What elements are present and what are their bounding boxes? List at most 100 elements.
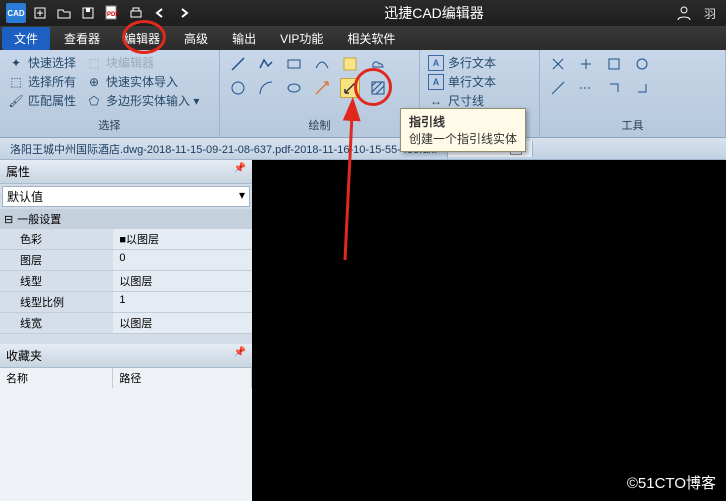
match-prop-button[interactable]: 🖌匹配属性 xyxy=(8,92,76,109)
favorites-table: 名称 路径 xyxy=(0,368,252,388)
multiline-text-button[interactable]: A多行文本 xyxy=(428,54,531,71)
ellipse-icon[interactable] xyxy=(284,78,304,98)
leader-line-button[interactable] xyxy=(340,78,360,98)
prop-row-color[interactable]: 色彩■以图层 xyxy=(0,229,252,250)
menu-editor[interactable]: 编辑器 xyxy=(112,27,172,50)
menu-output[interactable]: 输出 xyxy=(220,27,268,50)
singleline-text-button[interactable]: A单行文本 xyxy=(428,73,531,90)
menu-related[interactable]: 相关软件 xyxy=(335,27,407,50)
app-icon[interactable]: CAD xyxy=(6,3,26,23)
tooltip: 指引线 创建一个指引线实体 xyxy=(400,108,526,152)
block-editor-button: ⬚块编辑器 xyxy=(86,54,154,71)
prop-k: 线宽 xyxy=(0,313,113,333)
menu-vip[interactable]: VIP功能 xyxy=(268,27,335,50)
prop-k: 线型 xyxy=(0,271,113,291)
prop-row-ltscale[interactable]: 线型比例1 xyxy=(0,292,252,313)
app-title: 迅捷CAD编辑器 xyxy=(194,3,674,23)
note-icon[interactable] xyxy=(340,54,360,74)
redo-icon[interactable] xyxy=(174,3,194,23)
category-general[interactable]: ⊟ 一般设置 xyxy=(0,209,252,229)
properties-panel: 属性📌 默认值▾ ⊟一般设置 色彩■以图层 图层0 线型以图层 线型比例1 线宽… xyxy=(0,160,252,501)
doc-tab-1-label: 洛阳王城中州国际酒店.dwg-2018-11-15-09-21-08-637.p… xyxy=(10,141,437,157)
tool7-icon[interactable] xyxy=(604,78,624,98)
prop-v[interactable]: 1 xyxy=(113,292,252,312)
fast-import-label: 快速实体导入 xyxy=(106,73,178,90)
quick-access-toolbar: CAD PDF xyxy=(6,3,194,23)
prop-v[interactable]: 以图层 xyxy=(113,271,252,291)
prop-v[interactable]: 0 xyxy=(113,250,252,270)
tool6-icon[interactable] xyxy=(576,78,596,98)
match-prop-label: 匹配属性 xyxy=(28,92,76,109)
polygon-input-label: 多边形实体输入 ▾ xyxy=(106,92,199,109)
tool1-icon[interactable] xyxy=(548,54,568,74)
menu-file[interactable]: 文件 xyxy=(2,27,50,50)
chevron-down-icon: ▾ xyxy=(239,188,245,205)
fav-col-path[interactable]: 路径 xyxy=(113,368,252,388)
select-all-label: 选择所有 xyxy=(28,73,76,90)
block-icon: ⬚ xyxy=(86,55,102,71)
prop-row-layer[interactable]: 图层0 xyxy=(0,250,252,271)
quick-select-button[interactable]: ✦快速选择 xyxy=(8,54,76,71)
import-icon: ⊕ xyxy=(86,74,102,90)
pdf-icon[interactable]: PDF xyxy=(102,3,122,23)
prop-v[interactable]: 以图层 xyxy=(113,313,252,333)
pin-icon[interactable]: 📌 xyxy=(234,163,246,180)
favorites-title: 收藏夹 xyxy=(6,347,42,364)
fast-import-button[interactable]: ⊕快速实体导入 xyxy=(86,73,178,90)
tool8-icon[interactable] xyxy=(632,78,652,98)
prop-v[interactable]: ■以图层 xyxy=(113,229,252,249)
polyline-icon[interactable] xyxy=(256,54,276,74)
doc-tab-1[interactable]: 洛阳王城中州国际酒店.dwg-2018-11-15-09-21-08-637.p… xyxy=(0,139,448,159)
mtext-icon: A xyxy=(428,55,444,71)
circle-icon[interactable] xyxy=(228,78,248,98)
open-icon[interactable] xyxy=(54,3,74,23)
category-general-label: 一般设置 xyxy=(17,211,61,227)
ribbon-group-draw: 绘制 xyxy=(220,50,420,137)
tool4-icon[interactable] xyxy=(632,54,652,74)
collapse-icon: ⊟ xyxy=(4,213,13,226)
undo-icon[interactable] xyxy=(150,3,170,23)
hatch-icon[interactable] xyxy=(368,78,388,98)
new-icon[interactable] xyxy=(30,3,50,23)
ribbon: ✦快速选择 ⬚块编辑器 ⬚选择所有 ⊕快速实体导入 🖌匹配属性 ⬠多边形实体输入… xyxy=(0,50,726,138)
user-icon[interactable] xyxy=(674,3,694,23)
fav-col-name[interactable]: 名称 xyxy=(0,368,113,388)
prop-row-linetype[interactable]: 线型以图层 xyxy=(0,271,252,292)
select-all-button[interactable]: ⬚选择所有 xyxy=(8,73,76,90)
block-editor-label: 块编辑器 xyxy=(106,54,154,71)
group-select-label: 选择 xyxy=(8,115,211,133)
tooltip-title: 指引线 xyxy=(409,113,517,130)
watermark: ©51CTO博客 xyxy=(627,472,716,493)
stext-icon: A xyxy=(428,74,444,90)
line-icon[interactable] xyxy=(228,54,248,74)
spline-icon[interactable] xyxy=(312,54,332,74)
save-icon[interactable] xyxy=(78,3,98,23)
tool5-icon[interactable] xyxy=(548,78,568,98)
prop-k: 图层 xyxy=(0,250,113,270)
arrow-tool-icon[interactable] xyxy=(312,78,332,98)
wand-icon: ✦ xyxy=(8,55,24,71)
pin-icon[interactable]: 📌 xyxy=(234,347,246,364)
prop-row-lineweight[interactable]: 线宽以图层 xyxy=(0,313,252,334)
tool2-icon[interactable] xyxy=(576,54,596,74)
dimension-button[interactable]: ↔尺寸线 xyxy=(428,92,531,109)
dim-icon: ↔ xyxy=(428,93,444,109)
group-draw-label: 绘制 xyxy=(228,115,411,133)
default-combo[interactable]: 默认值 ▾ xyxy=(2,186,250,207)
tool3-icon[interactable] xyxy=(604,54,624,74)
menubar: 文件 查看器 编辑器 高级 输出 VIP功能 相关软件 xyxy=(0,26,726,50)
print-icon[interactable] xyxy=(126,3,146,23)
default-label: 默认值 xyxy=(7,188,43,205)
singleline-label: 单行文本 xyxy=(448,73,496,90)
svg-text:PDF: PDF xyxy=(107,12,119,18)
cloud-icon[interactable] xyxy=(368,54,388,74)
menu-viewer[interactable]: 查看器 xyxy=(52,27,112,50)
drawing-canvas[interactable] xyxy=(252,160,726,501)
menu-advanced[interactable]: 高级 xyxy=(172,27,220,50)
rect-icon[interactable] xyxy=(284,54,304,74)
brush-icon: 🖌 xyxy=(8,93,24,109)
multiline-label: 多行文本 xyxy=(448,54,496,71)
user-label[interactable]: 羽 xyxy=(700,3,720,23)
polygon-input-button[interactable]: ⬠多边形实体输入 ▾ xyxy=(86,92,199,109)
arc-icon[interactable] xyxy=(256,78,276,98)
